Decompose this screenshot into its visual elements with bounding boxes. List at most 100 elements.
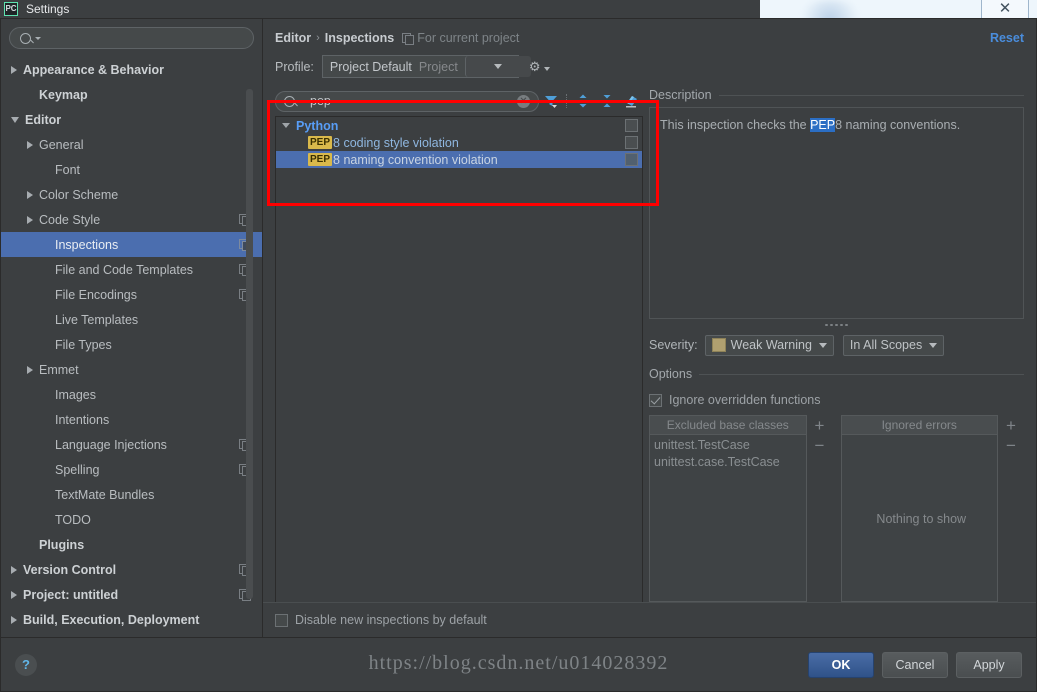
- eraser-icon[interactable]: [619, 90, 643, 112]
- collapse-all-icon[interactable]: [595, 90, 619, 112]
- sidebar-item-label: TextMate Bundles: [55, 487, 155, 502]
- remove-excluded-button[interactable]: −: [815, 436, 825, 456]
- chevron-right-icon[interactable]: [27, 365, 33, 374]
- sidebar-item-todo[interactable]: TODO: [1, 507, 262, 532]
- chevron-down-icon: [543, 66, 550, 71]
- sidebar-item-general[interactable]: General: [1, 132, 262, 157]
- chevron-down-icon: [929, 342, 938, 348]
- sidebar-item-project-untitled[interactable]: Project: untitled: [1, 582, 262, 607]
- inspection-detail-panel: Description This inspection checks the P…: [643, 86, 1024, 602]
- severity-value: Weak Warning: [730, 338, 812, 352]
- chevron-right-icon[interactable]: [27, 190, 33, 199]
- expand-all-icon[interactable]: [571, 90, 595, 112]
- ignored-errors-title: Ignored errors: [841, 416, 997, 435]
- filter-icon[interactable]: [539, 90, 563, 112]
- divider: [718, 94, 1024, 96]
- apply-button[interactable]: Apply: [956, 651, 1022, 678]
- reset-link[interactable]: Reset: [990, 31, 1024, 45]
- sidebar-item-appearance-behavior[interactable]: Appearance & Behavior: [1, 57, 262, 82]
- sidebar-item-editor[interactable]: Editor: [1, 107, 262, 132]
- settings-sidebar: Appearance & Behavior Keymap Editor General…: [1, 19, 263, 637]
- chevron-down-icon[interactable]: [282, 123, 290, 128]
- inspection-search-box[interactable]: pep ✕: [275, 90, 539, 112]
- inspection-row[interactable]: PEP 8 coding style violation: [276, 134, 642, 151]
- breadcrumb: Editor › Inspections For current project…: [263, 19, 1036, 45]
- ignored-errors-list[interactable]: Ignored errors Nothing to show: [840, 415, 998, 602]
- sidebar-item-emmet[interactable]: Emmet: [1, 357, 262, 382]
- profile-combo[interactable]: Project Default Project: [321, 55, 531, 78]
- sidebar-item-spelling[interactable]: Spelling: [1, 457, 262, 482]
- profile-combo-button[interactable]: [464, 56, 531, 77]
- chevron-right-icon[interactable]: [11, 65, 17, 74]
- sidebar-item-inspections[interactable]: Inspections: [1, 232, 262, 257]
- inspection-group-row[interactable]: Python: [276, 117, 642, 134]
- sidebar-item-label: General: [39, 137, 84, 152]
- severity-combo[interactable]: Weak Warning: [704, 334, 834, 356]
- help-button[interactable]: ?: [15, 653, 37, 676]
- chevron-right-icon[interactable]: [11, 565, 17, 574]
- sidebar-item-images[interactable]: Images: [1, 382, 262, 407]
- divider: [699, 373, 1024, 375]
- chevron-right-icon[interactable]: [11, 615, 17, 624]
- sidebar-item-keymap[interactable]: Keymap: [1, 82, 262, 107]
- panel-splitter[interactable]: [649, 319, 1024, 331]
- sidebar-item-plugins[interactable]: Plugins: [1, 532, 262, 557]
- ignore-overridden-checkbox[interactable]: [649, 393, 662, 407]
- chevron-down-icon: [494, 64, 503, 69]
- list-item[interactable]: unittest.case.TestCase: [654, 454, 806, 471]
- sidebar-item-label: Intentions: [55, 412, 110, 427]
- sidebar-item-label: Live Templates: [55, 312, 139, 327]
- inspection-enabled-checkbox[interactable]: [625, 136, 638, 149]
- inspection-enabled-checkbox[interactable]: [625, 119, 638, 132]
- disable-new-inspections-checkbox[interactable]: [275, 613, 288, 627]
- search-icon: [20, 32, 31, 44]
- description-header: Description: [649, 86, 1024, 104]
- chevron-right-icon[interactable]: [11, 590, 17, 599]
- sidebar-item-file-and-code-templates[interactable]: File and Code Templates: [1, 257, 262, 282]
- chevron-right-icon[interactable]: [27, 140, 33, 149]
- add-excluded-button[interactable]: +: [815, 416, 825, 436]
- chevron-down-icon[interactable]: [11, 116, 19, 123]
- sidebar-item-language-injections[interactable]: Language Injections: [1, 432, 262, 457]
- sidebar-item-version-control[interactable]: Version Control: [1, 557, 262, 582]
- sidebar-scrollbar[interactable]: [246, 89, 253, 599]
- sidebar-item-file-types[interactable]: File Types: [1, 332, 262, 357]
- sidebar-item-code-style[interactable]: Code Style: [1, 207, 262, 232]
- search-input[interactable]: [46, 30, 243, 46]
- excluded-base-classes-list[interactable]: Excluded base classes unittest.TestCase u…: [649, 415, 807, 602]
- breadcrumb-separator: ›: [316, 32, 320, 44]
- dialog-body: Appearance & Behavior Keymap Editor General…: [0, 18, 1037, 692]
- inspection-row[interactable]: PEP 8 naming convention violation: [276, 151, 642, 168]
- sidebar-search-wrap: [1, 19, 262, 55]
- sidebar-item-textmate-bundles[interactable]: TextMate Bundles: [1, 482, 262, 507]
- chevron-right-icon[interactable]: [27, 215, 33, 224]
- sidebar-item-label: Keymap: [39, 87, 88, 102]
- sidebar-item-color-scheme[interactable]: Color Scheme: [1, 182, 262, 207]
- breadcrumb-root[interactable]: Editor: [275, 31, 311, 45]
- sidebar-item-label: TODO: [55, 512, 91, 527]
- settings-content: Editor › Inspections For current project…: [263, 19, 1036, 637]
- cancel-button[interactable]: Cancel: [882, 651, 948, 678]
- sidebar-item-live-templates[interactable]: Live Templates: [1, 307, 262, 332]
- remove-ignored-error-button[interactable]: −: [1006, 436, 1016, 456]
- inspection-enabled-checkbox[interactable]: [625, 153, 638, 166]
- sidebar-item-build-execution-deployment[interactable]: Build, Execution, Deployment: [1, 607, 262, 632]
- footer-buttons: OK Cancel Apply: [808, 651, 1022, 678]
- clear-icon[interactable]: ✕: [517, 94, 530, 108]
- severity-color-swatch: [711, 338, 726, 352]
- sidebar-search-box[interactable]: [9, 27, 254, 49]
- ok-button[interactable]: OK: [808, 651, 874, 678]
- disable-new-inspections-label: Disable new inspections by default: [295, 613, 487, 627]
- scope-combo[interactable]: In All Scopes: [842, 334, 945, 356]
- sidebar-item-file-encodings[interactable]: File Encodings: [1, 282, 262, 307]
- sidebar-item-intentions[interactable]: Intentions: [1, 407, 262, 432]
- options-header: Options: [649, 365, 1024, 383]
- add-ignored-error-button[interactable]: +: [1006, 416, 1016, 436]
- sidebar-item-label: Plugins: [39, 537, 85, 552]
- sidebar-item-label: Project: untitled: [23, 587, 119, 602]
- list-item[interactable]: unittest.TestCase: [654, 437, 806, 454]
- sidebar-item-font[interactable]: Font: [1, 157, 262, 182]
- ignore-overridden-row[interactable]: Ignore overridden functions: [649, 389, 1024, 411]
- profile-gear-button[interactable]: ⚙: [529, 60, 550, 73]
- disable-new-inspections-row[interactable]: Disable new inspections by default: [263, 602, 1036, 637]
